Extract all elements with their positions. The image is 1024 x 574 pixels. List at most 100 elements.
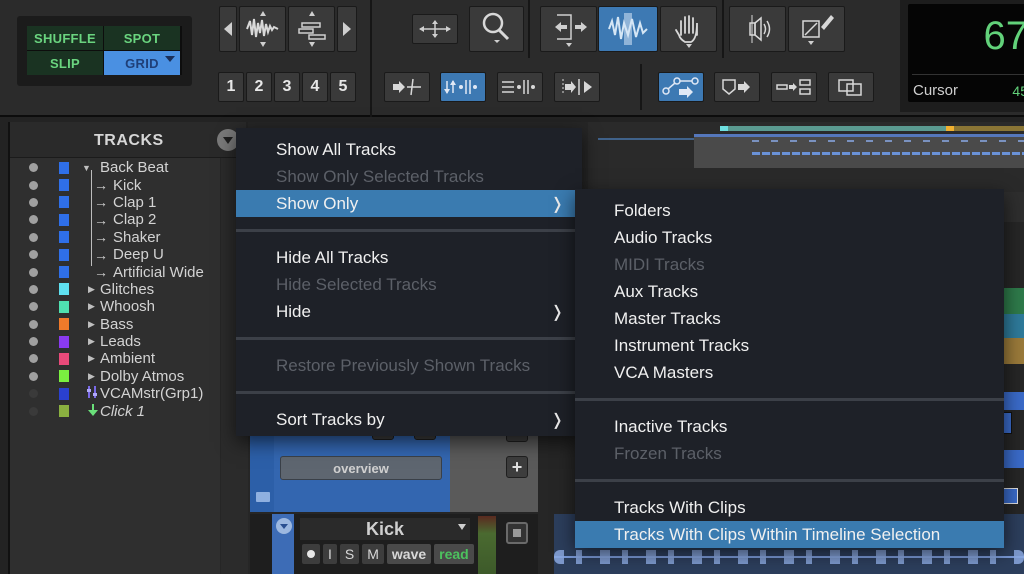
zoom-preset-3[interactable]: 3	[274, 72, 300, 102]
trim-tool-button[interactable]	[540, 6, 597, 52]
tab-to-transient-button[interactable]	[384, 72, 430, 102]
track-view-selector[interactable]: wave	[386, 544, 432, 564]
timeline-ruler[interactable]	[588, 122, 1024, 192]
track-list-item[interactable]: → Clap 2	[10, 211, 246, 228]
menu-item-tracks-with-clips-within-timeline-selection[interactable]: Tracks With Clips Within Timeline Select…	[575, 521, 1004, 548]
track-show-hide-toggle[interactable]	[29, 215, 38, 225]
disclosure-open-icon[interactable]: ▼	[82, 163, 91, 173]
grid-mode-button[interactable]: GRID	[104, 51, 180, 75]
track-show-hide-toggle[interactable]	[29, 180, 38, 190]
track-show-hide-toggle[interactable]	[29, 319, 38, 329]
track-list-item[interactable]: ▶ Whoosh	[10, 298, 246, 315]
track-show-hide-toggle[interactable]	[29, 389, 38, 399]
track-show-hide-toggle[interactable]	[29, 163, 38, 173]
record-enable-button[interactable]	[302, 544, 320, 564]
disclosure-closed-icon[interactable]: ▶	[88, 353, 95, 364]
track-list-item[interactable]: → Clap 1	[10, 194, 246, 211]
solo-button[interactable]: S	[339, 544, 360, 564]
selection-start-marker[interactable]	[720, 126, 728, 131]
spot-mode-button[interactable]: SPOT	[104, 26, 180, 50]
disclosure-closed-icon[interactable]: ▶	[88, 319, 95, 330]
chevron-right-icon: ❭	[550, 411, 564, 429]
disclosure-closed-icon[interactable]: ▶	[88, 284, 95, 295]
track-list-item[interactable]: Click 1	[10, 402, 246, 420]
track-show-hide-toggle[interactable]	[29, 354, 38, 364]
zoomer-tool-button[interactable]	[469, 6, 524, 52]
link-timeline-edit-button[interactable]	[440, 72, 486, 102]
menu-item-master-tracks[interactable]: Master Tracks	[575, 305, 1004, 332]
menu-item-show-all-tracks[interactable]: Show All Tracks	[236, 136, 582, 163]
disclosure-closed-icon[interactable]: ▶	[88, 336, 95, 347]
insertion-follows-playback-button[interactable]	[554, 72, 600, 102]
menu-item-hide-all-tracks[interactable]: Hide All Tracks	[236, 244, 582, 271]
zoom-preset-5[interactable]: 5	[330, 72, 356, 102]
caret-down-icon[interactable]	[458, 524, 466, 530]
track-list-item[interactable]: VCAMstr(Grp1)	[10, 385, 246, 402]
track-show-hide-toggle[interactable]	[29, 406, 38, 416]
elastic-audio-icon[interactable]	[506, 522, 528, 544]
menu-item-tracks-with-clips[interactable]: Tracks With Clips	[575, 494, 1004, 521]
automation-mode-selector[interactable]: read	[434, 544, 474, 564]
pencil-tool-button[interactable]	[788, 6, 845, 52]
tracks-context-menu: Show All Tracks Show Only Selected Tracks…	[236, 128, 582, 436]
zoom-out-button[interactable]	[219, 6, 237, 52]
zoom-waveform-button[interactable]	[239, 6, 286, 52]
menu-item-folders[interactable]: Folders	[575, 197, 1004, 224]
zoom-preset-2[interactable]: 2	[246, 72, 272, 102]
track-list-item[interactable]: → Artificial Wide	[10, 263, 246, 281]
child-arrow-icon: →	[94, 229, 108, 246]
automation-follows-edit-button[interactable]	[658, 72, 704, 102]
input-monitor-button[interactable]: I	[323, 544, 337, 564]
track-show-hide-toggle[interactable]	[29, 284, 38, 294]
window-layout-button[interactable]	[828, 72, 874, 102]
track-show-hide-toggle[interactable]	[29, 197, 38, 207]
menu-item-instrument-tracks[interactable]: Instrument Tracks	[575, 332, 1004, 359]
track-show-hide-toggle[interactable]	[29, 302, 38, 312]
track-list-item[interactable]: → Deep U	[10, 246, 246, 263]
menu-item-inactive-tracks[interactable]: Inactive Tracks	[575, 413, 1004, 440]
menu-item-sort-tracks-by[interactable]: Sort Tracks by ❭	[236, 406, 582, 433]
grabber-tool-button[interactable]	[660, 6, 717, 52]
track-list-auto-button[interactable]	[771, 72, 817, 102]
track-list-item[interactable]: ▶ Ambient	[10, 350, 246, 367]
slip-mode-button[interactable]: SLIP	[27, 51, 103, 75]
shuffle-mode-button[interactable]: SHUFFLE	[27, 26, 103, 50]
selector-tool-button[interactable]	[598, 6, 658, 52]
track-name: Shaker	[113, 228, 161, 246]
menu-item-show-only[interactable]: Show Only ❭	[236, 190, 582, 217]
menu-item-aux-tracks[interactable]: Aux Tracks	[575, 278, 1004, 305]
zoom-track-height-button[interactable]	[288, 6, 335, 52]
track-show-hide-toggle[interactable]	[29, 371, 38, 381]
disclosure-closed-icon[interactable]: ▶	[88, 371, 95, 382]
zoom-toggle-button[interactable]	[412, 14, 458, 44]
scrubber-tool-button[interactable]	[729, 6, 786, 52]
track-list-item[interactable]: ▶ Bass	[10, 316, 246, 333]
track-list-item[interactable]: → Kick	[10, 176, 246, 194]
playlist-selector[interactable]: overview	[280, 456, 442, 480]
track-list-item[interactable]: ▶ Dolby Atmos	[10, 368, 246, 385]
link-track-edit-button[interactable]	[497, 72, 543, 102]
menu-item-audio-tracks[interactable]: Audio Tracks	[575, 224, 1004, 251]
mirror-midi-editing-button[interactable]	[714, 72, 760, 102]
track-list-item[interactable]: → Shaker	[10, 229, 246, 246]
zoom-in-button[interactable]	[337, 6, 357, 52]
track-name[interactable]: Kick	[300, 518, 470, 540]
track-options-button[interactable]	[276, 518, 292, 534]
track-list-item[interactable]: ▶ Leads	[10, 333, 246, 350]
menu-item-vca-masters[interactable]: VCA Masters	[575, 359, 1004, 386]
disclosure-closed-icon[interactable]: ▶	[88, 301, 95, 312]
add-track-button[interactable]: +	[506, 456, 528, 478]
chevron-right-icon: ❭	[550, 303, 564, 321]
menu-item-hide[interactable]: Hide ❭	[236, 298, 582, 325]
track-list-item[interactable]: ▼ Back Beat	[10, 159, 246, 176]
track-show-hide-toggle[interactable]	[29, 232, 38, 242]
zoom-preset-4[interactable]: 4	[302, 72, 328, 102]
mute-button[interactable]: M	[362, 544, 384, 564]
track-show-hide-toggle[interactable]	[29, 337, 38, 347]
track-show-hide-toggle[interactable]	[29, 267, 38, 277]
menu-item-label: Show Only Selected Tracks	[276, 166, 484, 186]
zoom-preset-1[interactable]: 1	[218, 72, 244, 102]
track-show-hide-toggle[interactable]	[29, 250, 38, 260]
selection-end-marker[interactable]	[946, 126, 954, 131]
track-list-item[interactable]: ▶ Glitches	[10, 281, 246, 298]
